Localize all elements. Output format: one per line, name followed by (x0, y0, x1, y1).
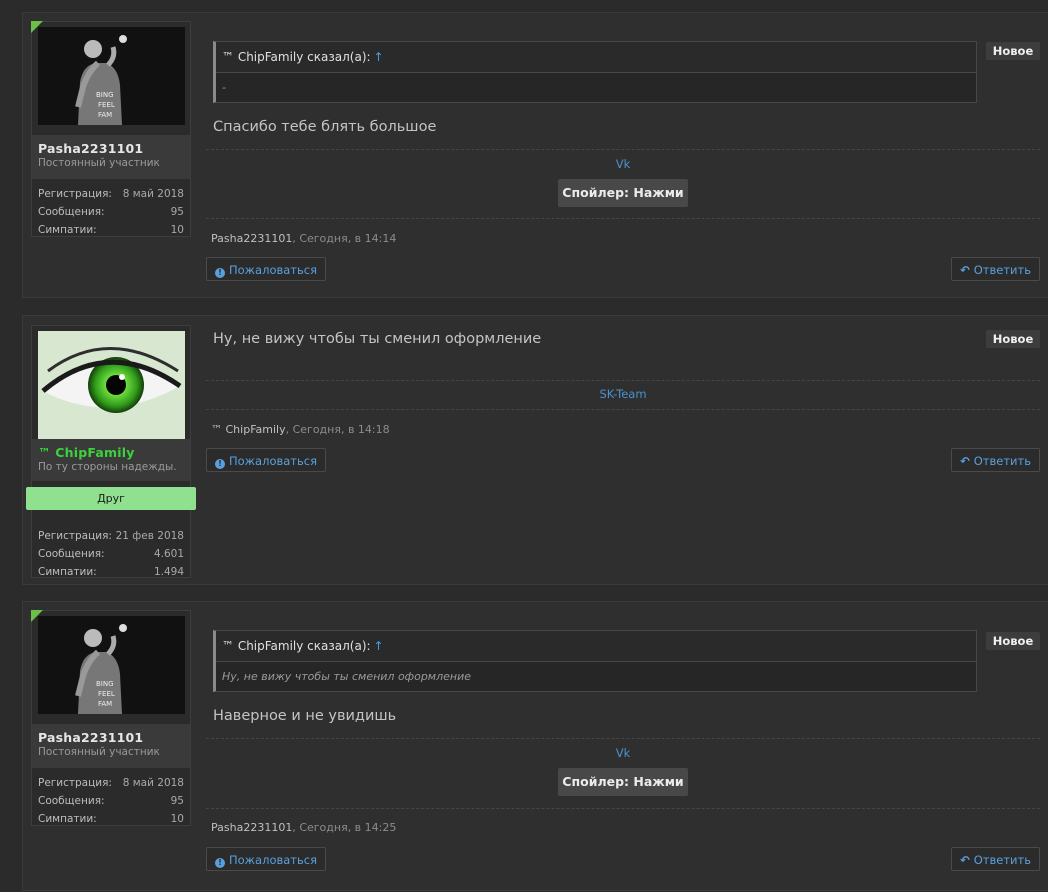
signature-link[interactable]: Vk (206, 157, 1040, 171)
post-content: Новое Ну, не вижу чтобы ты сменил оформл… (206, 316, 1040, 586)
reply-button[interactable]: ↶ Ответить (951, 448, 1040, 472)
reply-button[interactable]: ↶ Ответить (951, 847, 1040, 871)
stat-likes: Симпатии: 1.494 (38, 566, 184, 578)
username[interactable]: Pasha2231101 (38, 141, 184, 156)
signature-divider (206, 738, 1040, 739)
username[interactable]: Pasha2231101 (38, 730, 184, 745)
user-name-box: ™ ChipFamily По ту стороны надежды. (32, 439, 190, 481)
quote-block: ™ ChipFamily сказал(а): ↑ - (213, 41, 977, 103)
avatar[interactable]: BING FEEL FAM (31, 21, 190, 135)
signature-divider (206, 380, 1040, 381)
stat-likes: Симпатии: 10 (38, 813, 184, 825)
quote-text: Ну, не вижу чтобы ты сменил оформление (222, 670, 472, 683)
reply-icon: ↶ (960, 853, 970, 867)
stat-registration: Регистрация: 21 фев 2018 (38, 530, 184, 542)
post-meta: ™ ChipFamily, Сегодня, в 14:18 (211, 423, 390, 436)
avatar[interactable]: BING FEEL FAM (31, 610, 190, 724)
user-stats: Регистрация: 21 фев 2018 Сообщения: 4.601 … (32, 521, 190, 585)
report-button[interactable]: ! Пожаловаться (206, 257, 327, 281)
post-meta: Pasha2231101, Сегодня, в 14:25 (211, 821, 396, 834)
report-button[interactable]: ! Пожаловаться (206, 847, 327, 871)
svg-text:FAM: FAM (98, 700, 112, 708)
user-info: BING FEEL FAM Pasha2231101 Постоянный уч… (31, 21, 191, 237)
alert-icon: ! (215, 858, 225, 868)
svg-text:FEEL: FEEL (98, 101, 115, 109)
online-indicator (31, 21, 43, 33)
user-title: Постоянный участник (38, 157, 160, 169)
meta-author[interactable]: Pasha2231101 (211, 821, 292, 834)
new-badge: Новое (986, 632, 1040, 650)
footer-divider (206, 218, 1040, 219)
message-text: Спасибо тебе блять большое (213, 119, 437, 135)
meta-time[interactable]: , Сегодня, в 14:18 (286, 423, 390, 436)
message-text: Наверное и не увидишь (213, 708, 397, 724)
spoiler-button[interactable]: Спойлер: Нажми (558, 179, 688, 207)
username[interactable]: ™ ChipFamily (38, 445, 184, 460)
reply-button[interactable]: ↶ Ответить (951, 257, 1040, 281)
alert-icon: ! (215, 459, 225, 469)
avatar-image (38, 331, 185, 439)
avatar-image: BING FEEL FAM (38, 616, 185, 714)
meta-author[interactable]: ™ ChipFamily (211, 423, 286, 436)
reply-icon: ↶ (960, 454, 970, 468)
user-title: Постоянный участник (38, 746, 160, 758)
quote-header: ™ ChipFamily сказал(а): ↑ (216, 631, 976, 662)
quote-jump-link[interactable]: ↑ (374, 639, 384, 653)
user-banner: Друг (26, 487, 196, 510)
avatar[interactable] (32, 326, 190, 439)
new-badge: Новое (986, 42, 1040, 60)
signature-link[interactable]: Vk (206, 746, 1040, 760)
quote-block: ™ ChipFamily сказал(а): ↑ Ну, не вижу что… (213, 630, 977, 692)
alert-icon: ! (215, 268, 225, 278)
footer-divider (206, 409, 1040, 410)
post: BING FEEL FAM Pasha2231101 Постоянный уч… (22, 12, 1048, 298)
stat-messages: Сообщения: 95 (38, 206, 184, 218)
new-badge: Новое (986, 330, 1040, 348)
quote-header: ™ ChipFamily сказал(а): ↑ (216, 42, 976, 73)
user-stats: Регистрация: 8 май 2018 Сообщения: 95 Симп… (32, 768, 190, 832)
post-content: Новое ™ ChipFamily сказал(а): ↑ - Спасибо… (206, 13, 1040, 299)
user-name-box: Pasha2231101 Постоянный участник (32, 724, 190, 768)
message-text: Ну, не вижу чтобы ты сменил оформление (213, 331, 542, 347)
quote-jump-link[interactable]: ↑ (374, 50, 384, 64)
user-name-box: Pasha2231101 Постоянный участник (32, 135, 190, 179)
online-indicator (31, 610, 43, 622)
signature-link[interactable]: SK-Team (206, 387, 1040, 401)
footer-divider (206, 808, 1040, 809)
stat-messages: Сообщения: 95 (38, 795, 184, 807)
svg-text:BING: BING (96, 91, 114, 99)
post-meta: Pasha2231101, Сегодня, в 14:14 (211, 232, 396, 245)
user-stats: Регистрация: 8 май 2018 Сообщения: 95 Симп… (32, 179, 190, 243)
svg-text:FEEL: FEEL (98, 690, 115, 698)
meta-time[interactable]: , Сегодня, в 14:25 (292, 821, 396, 834)
post: ™ ChipFamily По ту стороны надежды. Друг… (22, 315, 1048, 585)
user-info: BING FEEL FAM Pasha2231101 Постоянный уч… (31, 610, 191, 826)
user-title: По ту стороны надежды. (38, 461, 177, 473)
svg-text:BING: BING (96, 680, 114, 688)
spoiler-button[interactable]: Спойлер: Нажми (558, 768, 688, 796)
meta-author[interactable]: Pasha2231101 (211, 232, 292, 245)
stat-messages: Сообщения: 4.601 (38, 548, 184, 560)
signature-divider (206, 149, 1040, 150)
quote-text: - (222, 81, 226, 94)
user-info: ™ ChipFamily По ту стороны надежды. Друг… (26, 325, 196, 578)
post: BING FEEL FAM Pasha2231101 Постоянный уч… (22, 601, 1048, 891)
stat-likes: Симпатии: 10 (38, 224, 184, 236)
reply-icon: ↶ (960, 263, 970, 277)
stat-registration: Регистрация: 8 май 2018 (38, 777, 184, 789)
meta-time[interactable]: , Сегодня, в 14:14 (292, 232, 396, 245)
report-button[interactable]: ! Пожаловаться (206, 448, 327, 472)
avatar-image: BING FEEL FAM (38, 27, 185, 125)
stat-registration: Регистрация: 8 май 2018 (38, 188, 184, 200)
post-content: Новое ™ ChipFamily сказал(а): ↑ Ну, не ви… (206, 602, 1040, 892)
svg-text:FAM: FAM (98, 111, 112, 119)
